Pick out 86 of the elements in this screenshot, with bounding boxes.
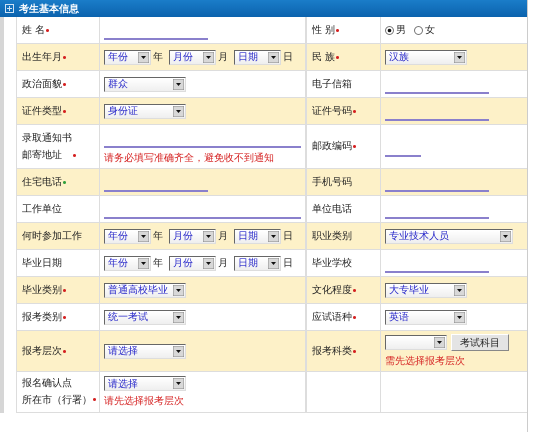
field-label: 性 别 bbox=[312, 24, 336, 38]
field-label: 邮政编码 bbox=[312, 140, 352, 154]
dropdown[interactable]: 月份 bbox=[169, 256, 216, 270]
exam-subjects-button[interactable]: 考试科目 bbox=[451, 334, 509, 351]
dropdown-arrow-icon bbox=[138, 52, 149, 62]
dropdown-arrow-icon bbox=[138, 258, 149, 268]
dropdown-arrow-icon bbox=[173, 312, 184, 322]
dropdown[interactable]: 英语 bbox=[385, 310, 467, 324]
field-label: 何时参加工作 bbox=[22, 230, 82, 244]
field-label: 民 族 bbox=[312, 50, 336, 64]
radio-button[interactable] bbox=[414, 26, 423, 34]
field-label: 报考类别 bbox=[22, 310, 62, 324]
field-label: 证件类型 bbox=[22, 104, 62, 118]
field-label: 录取通知书 bbox=[22, 132, 72, 146]
hint-text: 需先选择报考层次 bbox=[385, 354, 466, 368]
field-label: 手机号码 bbox=[312, 176, 352, 190]
dropdown[interactable]: 年份 bbox=[104, 256, 151, 270]
dropdown-arrow-icon bbox=[173, 106, 184, 116]
field-label: 单位电话 bbox=[312, 202, 352, 216]
dropdown-arrow-icon bbox=[203, 52, 214, 62]
unit-label: 月 bbox=[218, 230, 228, 243]
field-label: 工作单位 bbox=[22, 202, 62, 216]
unit-label: 日 bbox=[283, 51, 293, 64]
dropdown[interactable]: 月份 bbox=[169, 228, 216, 244]
field-label: 毕业类别 bbox=[22, 284, 62, 298]
field-label: 姓 名 bbox=[22, 24, 46, 38]
dropdown-arrow-icon bbox=[500, 230, 511, 242]
field-label: 报考层次 bbox=[22, 344, 62, 358]
dropdown[interactable]: 日期 bbox=[234, 50, 281, 64]
dropdown[interactable]: 普通高校毕业 bbox=[104, 282, 186, 298]
dropdown[interactable]: 年份 bbox=[104, 228, 151, 244]
field-label: 所在市（行署） bbox=[22, 394, 92, 408]
field-label: 应试语种 bbox=[312, 310, 352, 324]
unit-label: 年 bbox=[153, 230, 163, 243]
field-label: 证件号码 bbox=[312, 104, 352, 118]
field-label: 毕业日期 bbox=[22, 256, 62, 270]
dropdown[interactable]: 月份 bbox=[169, 50, 216, 64]
radio-label: 女 bbox=[425, 24, 435, 37]
dropdown[interactable]: 日期 bbox=[234, 228, 281, 244]
dropdown-arrow-icon bbox=[203, 258, 214, 268]
dropdown-arrow-icon bbox=[268, 258, 279, 268]
dropdown-arrow-icon bbox=[138, 230, 149, 242]
radio-button[interactable] bbox=[385, 26, 394, 34]
dropdown[interactable]: 汉族 bbox=[385, 50, 467, 64]
dropdown[interactable]: 统一考试 bbox=[104, 310, 186, 324]
field-label: 出生年月 bbox=[22, 50, 62, 64]
section-title: 考生基本信息 bbox=[19, 2, 79, 16]
dropdown[interactable]: 群众 bbox=[104, 76, 186, 92]
dropdown[interactable]: 大专毕业 bbox=[385, 282, 467, 298]
dropdown[interactable]: 年份 bbox=[104, 50, 151, 64]
field-label: 报名确认点 bbox=[22, 376, 72, 391]
hint-text: 请务必填写准确齐全，避免收不到通知 bbox=[104, 152, 275, 165]
dropdown-arrow-icon bbox=[173, 284, 184, 296]
field-label: 住宅电话 bbox=[22, 176, 62, 190]
dropdown-arrow-icon bbox=[454, 52, 465, 62]
field-label: 邮寄地址 bbox=[22, 148, 62, 162]
radio-label: 男 bbox=[396, 24, 406, 37]
dropdown-arrow-icon bbox=[203, 230, 214, 242]
dropdown[interactable]: 请选择 bbox=[104, 344, 186, 358]
dropdown-arrow-icon bbox=[268, 52, 279, 62]
unit-label: 月 bbox=[218, 257, 228, 270]
unit-label: 年 bbox=[153, 51, 163, 64]
hint-text: 请先选择报考层次 bbox=[104, 394, 185, 408]
dropdown-arrow-icon bbox=[173, 346, 184, 356]
dropdown[interactable]: 日期 bbox=[234, 256, 281, 270]
expand-icon[interactable] bbox=[5, 4, 14, 13]
unit-label: 日 bbox=[283, 230, 293, 243]
dropdown[interactable] bbox=[385, 335, 447, 350]
dropdown-arrow-icon bbox=[173, 78, 184, 90]
dropdown-arrow-icon bbox=[454, 284, 465, 296]
field-label: 政治面貌 bbox=[22, 78, 62, 92]
unit-label: 日 bbox=[283, 257, 293, 270]
field-label: 报考科类 bbox=[312, 344, 352, 358]
dropdown[interactable]: 身份证 bbox=[104, 104, 186, 118]
field-label: 电子信箱 bbox=[312, 78, 352, 92]
dropdown-arrow-icon bbox=[173, 378, 184, 389]
dropdown-arrow-icon bbox=[454, 312, 465, 322]
unit-label: 年 bbox=[153, 257, 163, 270]
dropdown[interactable]: 专业技术人员 bbox=[385, 228, 513, 244]
field-label: 毕业学校 bbox=[312, 256, 352, 270]
field-label: 职业类别 bbox=[312, 230, 352, 244]
dropdown[interactable]: 请选择 bbox=[104, 376, 186, 391]
unit-label: 月 bbox=[218, 51, 228, 64]
field-label: 文化程度 bbox=[312, 284, 352, 298]
dropdown-arrow-icon bbox=[268, 230, 279, 242]
dropdown-arrow-icon bbox=[434, 337, 445, 348]
